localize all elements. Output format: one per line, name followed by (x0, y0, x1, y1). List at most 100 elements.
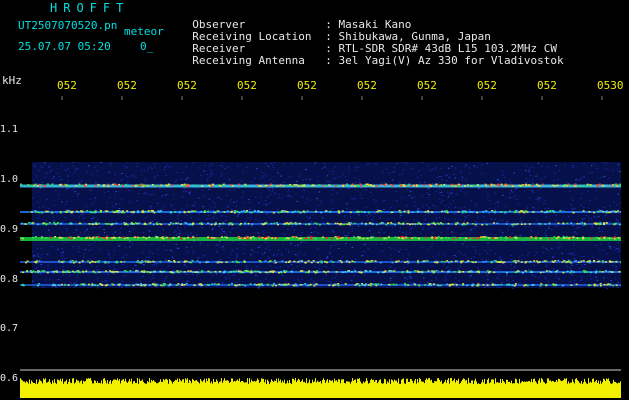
band-speck (287, 184, 290, 187)
noise-dot (261, 172, 263, 174)
band-speck (335, 271, 338, 273)
noise-dot (254, 196, 257, 198)
band-speck (325, 261, 328, 264)
noise-dot (93, 241, 96, 243)
noise-dot (531, 274, 533, 276)
level-bar (545, 383, 546, 398)
band-speck (456, 236, 459, 239)
noise-dot (585, 214, 588, 216)
noise-dot (393, 170, 396, 172)
band-speck (264, 260, 267, 262)
noise-dot (76, 274, 78, 276)
noise-dot (371, 219, 373, 221)
band-speck (70, 261, 73, 264)
band-speck (87, 260, 90, 262)
noise-dot (454, 241, 456, 243)
noise-dot (430, 227, 433, 229)
level-bar (232, 378, 233, 398)
noise-dot (295, 253, 297, 255)
noise-dot (367, 218, 369, 220)
band-speck (340, 261, 343, 264)
band-speck (443, 210, 446, 212)
noise-dot (602, 162, 605, 164)
band-speck (52, 283, 55, 286)
band-speck (152, 223, 155, 226)
noise-dot (366, 215, 368, 217)
noise-dot (288, 195, 290, 197)
band-speck (214, 223, 217, 225)
band-speck (379, 236, 382, 239)
level-bar (513, 383, 514, 398)
noise-dot (317, 180, 320, 182)
level-bar (317, 380, 318, 398)
noise-dot (306, 198, 308, 200)
band-speck (209, 271, 212, 274)
noise-dot (578, 227, 581, 229)
level-bar (168, 383, 169, 398)
level-bar (86, 378, 87, 398)
noise-dot (137, 257, 139, 259)
band-speck (144, 210, 147, 213)
noise-dot (353, 268, 356, 270)
noise-dot (321, 203, 323, 205)
noise-dot (231, 250, 234, 252)
band-speck (424, 211, 427, 213)
noise-dot (486, 162, 489, 164)
level-bar (413, 383, 414, 398)
noise-dot (223, 220, 225, 222)
level-bar (566, 378, 567, 398)
level-bar (81, 380, 82, 398)
noise-dot (427, 165, 430, 167)
noise-dot (515, 234, 518, 236)
noise-dot (409, 232, 412, 234)
band-speck (474, 223, 477, 226)
band-speck (348, 237, 351, 239)
noise-dot (503, 177, 506, 179)
band-speck (278, 271, 281, 274)
noise-dot (584, 264, 586, 266)
noise-dot (525, 278, 527, 280)
noise-dot (98, 226, 101, 228)
band-speck (325, 237, 328, 239)
band-speck (308, 270, 311, 272)
noise-dot (412, 282, 414, 284)
noise-dot (67, 168, 69, 170)
band-speck (582, 210, 585, 212)
noise-dot (226, 206, 229, 208)
noise-dot (220, 175, 222, 177)
noise-dot (548, 227, 550, 229)
level-bar (69, 378, 70, 398)
noise-dot (497, 201, 499, 203)
noise-dot (44, 176, 46, 178)
level-bar (228, 380, 229, 398)
band-speck (295, 284, 298, 287)
band-speck (440, 237, 443, 239)
noise-dot (510, 276, 513, 278)
band-speck (172, 222, 175, 225)
level-bar (136, 382, 137, 398)
band-speck (294, 210, 297, 213)
band-speck (360, 185, 363, 187)
band-speck (71, 270, 74, 273)
band-speck (69, 260, 72, 262)
noise-dot (457, 267, 460, 269)
band-speck (440, 222, 443, 224)
noise-dot (524, 165, 527, 167)
noise-dot (312, 282, 314, 284)
noise-dot (155, 264, 158, 266)
band-speck (481, 223, 484, 226)
noise-dot (317, 204, 319, 206)
band-speck (126, 237, 129, 239)
band-speck (614, 211, 617, 213)
noise-dot (609, 247, 612, 249)
band-speck (46, 183, 49, 186)
noise-dot (474, 252, 477, 254)
noise-dot (499, 286, 501, 288)
noise-dot (93, 227, 96, 229)
band-speck (188, 223, 191, 226)
noise-dot (402, 169, 404, 171)
noise-dot (363, 244, 365, 246)
band-speck (140, 270, 143, 273)
noise-dot (435, 206, 438, 208)
noise-dot (367, 163, 370, 165)
